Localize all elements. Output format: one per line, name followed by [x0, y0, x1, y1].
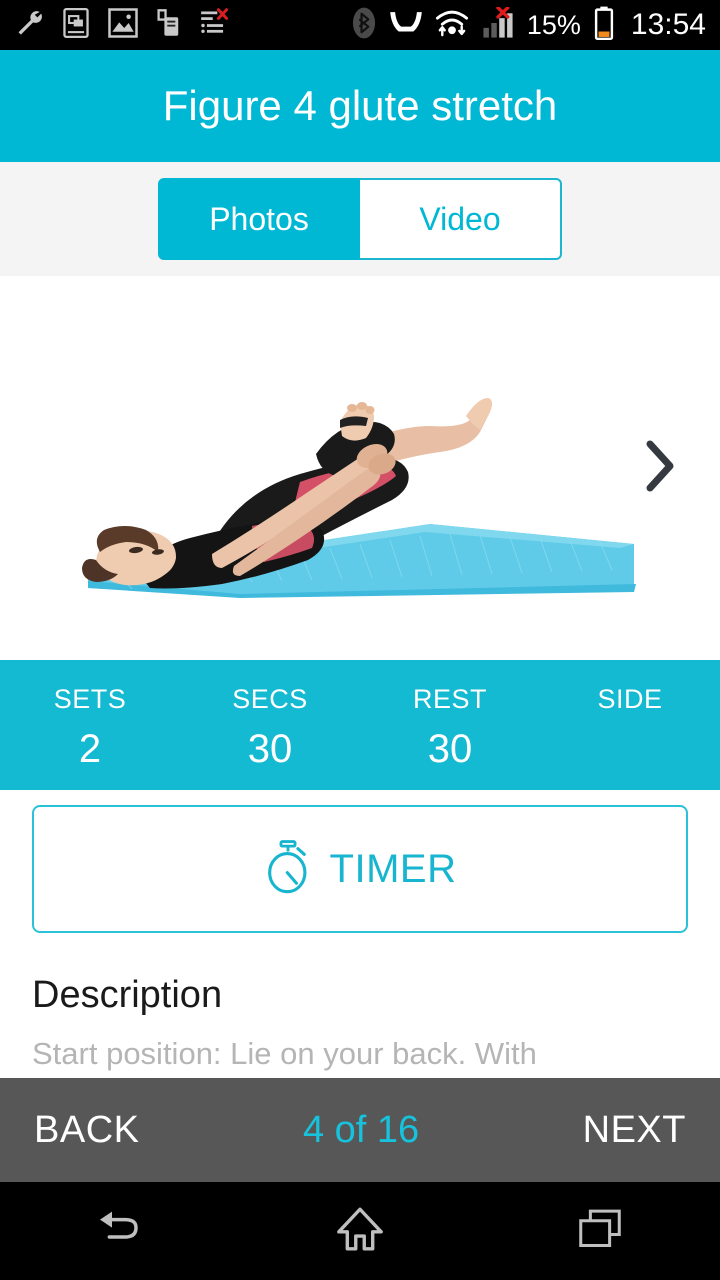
- tab-video-label: Video: [419, 200, 501, 237]
- chevron-right-icon: [644, 439, 676, 498]
- stat-rest: REST 30: [360, 660, 540, 790]
- app-header: Figure 4 glute stretch: [0, 50, 720, 162]
- usb-device-icon: [156, 8, 182, 43]
- description-section: Description Start position: Lie on your …: [0, 960, 720, 1078]
- system-recents-button[interactable]: [540, 1182, 660, 1280]
- stat-secs-label: SECS: [232, 683, 308, 714]
- stat-sets-value: 2: [78, 726, 102, 771]
- sync-error-icon: [200, 7, 230, 43]
- page-title: Figure 4 glute stretch: [162, 82, 558, 129]
- wifi-icon: [435, 8, 469, 43]
- back-arrow-icon: [96, 1209, 144, 1254]
- exercise-photo: [0, 276, 720, 660]
- gallery-image-icon: [108, 7, 138, 43]
- home-icon: [336, 1205, 384, 1258]
- recents-icon: [578, 1208, 622, 1255]
- back-button[interactable]: BACK: [34, 1109, 139, 1152]
- exercise-photo-area[interactable]: [0, 276, 720, 660]
- exercise-counter: 4 of 16: [302, 1108, 420, 1151]
- status-clock: 13:54: [630, 8, 706, 41]
- stat-side: SIDE: [540, 660, 720, 790]
- status-bar: 15% 13:54: [0, 0, 720, 50]
- battery-icon: [593, 6, 615, 45]
- status-bar-right-icons: 15% 13:54: [351, 5, 706, 45]
- tab-photos-label: Photos: [209, 200, 309, 237]
- tab-group: Photos Video: [158, 178, 562, 260]
- bluetooth-icon: [351, 7, 377, 44]
- next-button[interactable]: NEXT: [583, 1109, 686, 1152]
- android-system-nav: [0, 1182, 720, 1280]
- timer-button[interactable]: TIMER: [32, 805, 688, 933]
- timer-button-label: TIMER: [329, 846, 457, 891]
- stat-sets-label: SETS: [53, 683, 127, 714]
- stat-secs: SECS 30: [180, 660, 360, 790]
- stat-rest-label: REST: [412, 683, 487, 714]
- signal-bars-icon: [481, 5, 515, 44]
- battery-percent-label: 15%: [526, 9, 581, 40]
- status-bar-left-icons: [14, 7, 351, 43]
- exercise-navigation-bar: BACK 4 of 16 NEXT: [0, 1078, 720, 1182]
- tab-video[interactable]: Video: [360, 178, 562, 260]
- exercise-stats-bar: SETS 2 SECS 30 REST 30 SIDE: [0, 660, 720, 790]
- system-home-button[interactable]: [300, 1182, 420, 1280]
- screen-mirror-icon: [62, 7, 90, 43]
- stat-sets: SETS 2: [0, 660, 180, 790]
- vibrate-icon: [389, 8, 423, 43]
- wrench-icon: [14, 8, 44, 43]
- stat-secs-value: 30: [247, 726, 293, 771]
- tab-strip: Photos Video: [0, 162, 720, 276]
- description-heading: Description: [32, 974, 223, 1016]
- next-photo-button[interactable]: [638, 438, 682, 498]
- stat-rest-value: 30: [427, 726, 473, 771]
- app-screen: 15% 13:54 Figure 4 glute stretch Photos …: [0, 0, 720, 1280]
- system-back-button[interactable]: [60, 1182, 180, 1280]
- description-text: Start position: Lie on your back. With: [32, 1035, 537, 1071]
- stopwatch-icon: [264, 839, 312, 899]
- tab-photos[interactable]: Photos: [158, 178, 360, 260]
- stat-side-label: SIDE: [597, 683, 663, 714]
